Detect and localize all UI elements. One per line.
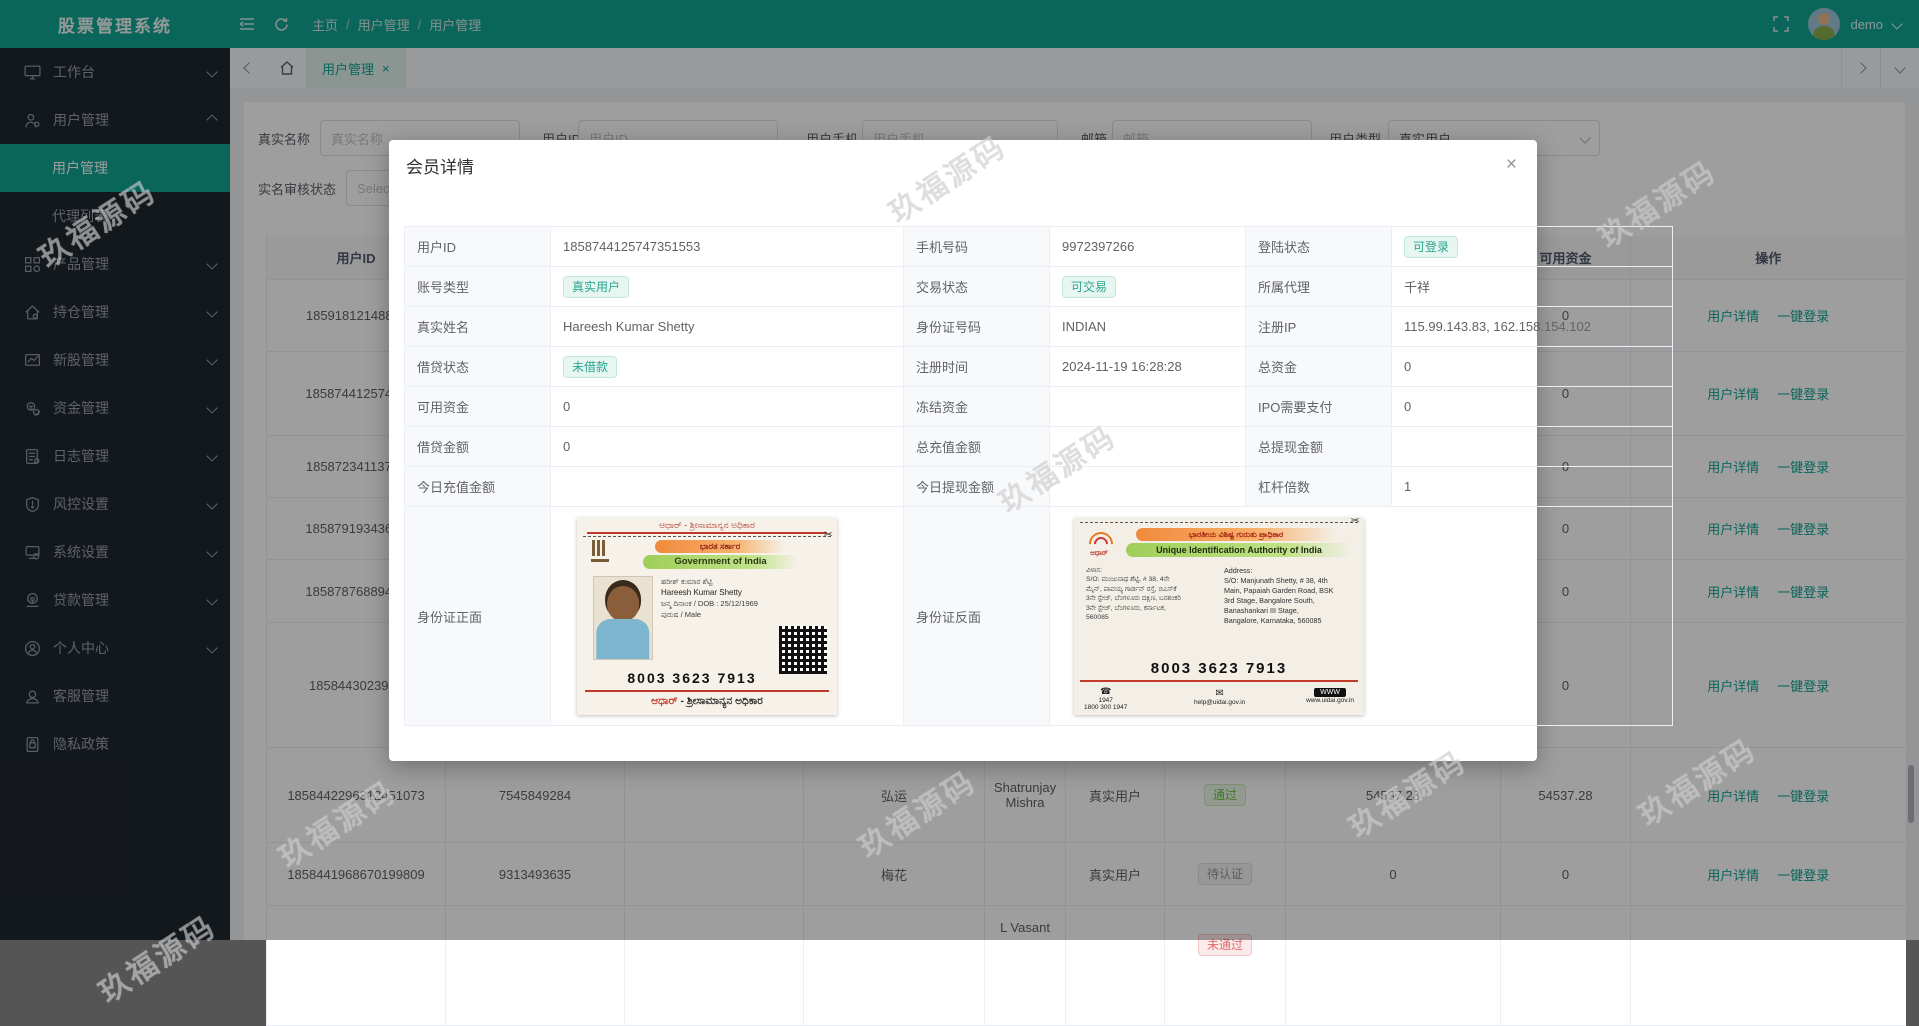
detail-value: 0 xyxy=(1391,346,1673,387)
detail-label: IPO需要支付 xyxy=(1245,386,1392,427)
portrait-photo xyxy=(593,575,653,660)
detail-label: 总充值金额 xyxy=(903,426,1050,467)
detail-value: 可登录 xyxy=(1391,226,1673,267)
front-gov-kn: ಭಾರತ ಸರ್ಕಾರ xyxy=(655,539,785,553)
back-address-kn: ವಿಳಾಸ: S/O: ಮಂಜುನಾಥ ಶೆಟ್ಟಿ, # 38, 4ನೇ ಮೈನ್… xyxy=(1086,566,1181,622)
detail-label: 冻结资金 xyxy=(903,386,1050,427)
detail-value: 0 xyxy=(550,386,904,427)
detail-label: 总提现金额 xyxy=(1245,426,1392,467)
detail-label: 借贷状态 xyxy=(404,346,551,387)
id-card-front-image[interactable]: ಆಧಾರ್ - ಶ್ರೀಸಾಮಾನ್ಯನ ಅಧಿಕಾರ ✂ ಭಾರತ ಸರ್ಕಾರ G… xyxy=(577,517,837,715)
detail-value: 真实用户 xyxy=(550,266,904,307)
detail-row: 借贷金额 0 总充值金额 总提现金额 xyxy=(404,426,1673,467)
detail-value xyxy=(1049,426,1246,467)
detail-row: 账号类型 真实用户 交易状态 可交易 所属代理 千祥 xyxy=(404,266,1673,307)
detail-label: 身份证号码 xyxy=(903,306,1050,347)
detail-value: 1 xyxy=(1391,466,1673,507)
front-footer: ಆಧಾರ್ - ಶ್ರೀಸಾಮಾನ್ಯನ ಅಧಿಕಾರ xyxy=(651,694,763,707)
detail-label: 杠杆倍数 xyxy=(1245,466,1392,507)
detail-row: 今日充值金额 今日提现金额 杠杆倍数 1 xyxy=(404,466,1673,507)
aadhaar-number: 8003 3623 7913 xyxy=(1150,659,1288,677)
back-website: WWW www.uidai.gov.in xyxy=(1306,687,1354,704)
detail-row: 真实姓名 Hareesh Kumar Shetty 身份证号码 INDIAN 注册IP 1… xyxy=(404,306,1673,347)
detail-value: 0 xyxy=(1391,386,1673,427)
detail-label: 身份证反面 xyxy=(903,506,1050,726)
detail-value: 千祥 xyxy=(1391,266,1673,307)
scissors-icon: ✂ xyxy=(823,528,833,541)
back-auth-en: Unique Identification Authority of India xyxy=(1126,542,1352,557)
detail-value xyxy=(1391,426,1673,467)
detail-row: 用户ID 1858744125747351553 手机号码 9972397266 登陆状… xyxy=(404,226,1673,267)
modal-title: 会员详情 xyxy=(406,158,474,177)
id-front-cell: ಆಧಾರ್ - ಶ್ರೀಸಾಮಾನ್ಯನ ಅಧಿಕಾರ ✂ ಭಾರತ ಸರ್ಕಾರ G… xyxy=(550,506,904,726)
detail-label: 账号类型 xyxy=(404,266,551,307)
status-badge: 可交易 xyxy=(1062,275,1117,298)
detail-value: 未借款 xyxy=(550,346,904,387)
status-badge: 可登录 xyxy=(1404,235,1459,258)
detail-label: 登陆状态 xyxy=(1245,226,1392,267)
detail-row: 借贷状态 未借款 注册时间 2024-11-19 16:28:28 总资金 0 xyxy=(404,346,1673,387)
detail-label: 手机号码 xyxy=(903,226,1050,267)
detail-value xyxy=(550,466,904,507)
scissors-icon: ✂ xyxy=(1350,517,1360,527)
back-phone: ☎ 1947 1800 300 1947 xyxy=(1084,685,1128,711)
detail-label: 总资金 xyxy=(1245,346,1392,387)
front-holder-info: ಹರೀಶ್ ಕುಮಾರ ಶೆಟ್ಟಿ Hareesh Kumar Shetty ಜನ… xyxy=(661,576,758,619)
detail-value: 1858744125747351553 xyxy=(550,226,904,267)
detail-value: 115.99.143.83, 162.158.154.102 xyxy=(1391,306,1673,347)
india-emblem xyxy=(591,539,611,566)
status-badge: 真实用户 xyxy=(563,275,630,298)
detail-label: 注册IP xyxy=(1245,306,1392,347)
detail-label: 今日充值金额 xyxy=(404,466,551,507)
detail-label: 可用资金 xyxy=(404,386,551,427)
back-email: ✉ help@uidai.gov.in xyxy=(1194,687,1246,706)
detail-label: 身份证正面 xyxy=(404,506,551,726)
id-card-back-image[interactable]: ✂ ಆಧಾರ್ ಭಾರತೀಯ ವಿಶಿಷ್ಟ ಗುರುತು ಪ್ರಾಧಿಕಾರ Uni… xyxy=(1074,517,1364,715)
aadhaar-logo: ಆಧಾರ್ xyxy=(1084,526,1118,561)
detail-image-row: 身份证正面 ಆಧಾರ್ - ಶ್ರೀಸಾಮಾನ್ಯನ ಅಧಿಕಾರ ✂ ಭಾರತ ಸರ… xyxy=(404,506,1673,726)
detail-value xyxy=(1049,466,1246,507)
modal-close-icon[interactable]: × xyxy=(1506,154,1517,176)
detail-label: 所属代理 xyxy=(1245,266,1392,307)
detail-label: 用户ID xyxy=(404,226,551,267)
back-auth-kn: ಭಾರತೀಯ ವಿಶಿಷ್ಟ ಗುರುತು ಪ್ರಾಧಿಕಾರ xyxy=(1136,527,1336,541)
detail-label: 注册时间 xyxy=(903,346,1050,387)
detail-label: 交易状态 xyxy=(903,266,1050,307)
detail-label: 借贷金额 xyxy=(404,426,551,467)
detail-value: 0 xyxy=(550,426,904,467)
detail-value xyxy=(1049,386,1246,427)
detail-value: INDIAN xyxy=(1049,306,1246,347)
id-back-cell: ✂ ಆಧಾರ್ ಭಾರತೀಯ ವಿಶಿಷ್ಟ ಗುರುತು ಪ್ರಾಧಿಕಾರ Uni… xyxy=(1049,506,1673,726)
qr-code xyxy=(779,625,827,674)
back-address-en: Address: S/O: Manjunath Shetty, # 38, 4th… xyxy=(1224,565,1334,625)
detail-value: 9972397266 xyxy=(1049,226,1246,267)
status-badge: 未借款 xyxy=(563,355,618,378)
detail-value: Hareesh Kumar Shetty xyxy=(550,306,904,347)
member-detail-table: 用户ID 1858744125747351553 手机号码 9972397266 登陆状… xyxy=(404,226,1673,726)
aadhaar-number: 8003 3623 7913 xyxy=(627,669,757,686)
detail-label: 真实姓名 xyxy=(404,306,551,347)
detail-value: 2024-11-19 16:28:28 xyxy=(1049,346,1246,387)
member-detail-modal: 会员详情 × 用户ID 1858744125747351553 手机号码 997239… xyxy=(389,140,1673,761)
front-top-partial: ಆಧಾರ್ - ಶ್ರೀಸಾಮಾನ್ಯನ ಅಧಿಕಾರ xyxy=(659,519,755,530)
detail-value: 可交易 xyxy=(1049,266,1246,307)
detail-label: 今日提现金额 xyxy=(903,466,1050,507)
front-gov-en: Government of India xyxy=(643,554,798,569)
detail-row: 可用资金 0 冻结资金 IPO需要支付 0 xyxy=(404,386,1673,427)
